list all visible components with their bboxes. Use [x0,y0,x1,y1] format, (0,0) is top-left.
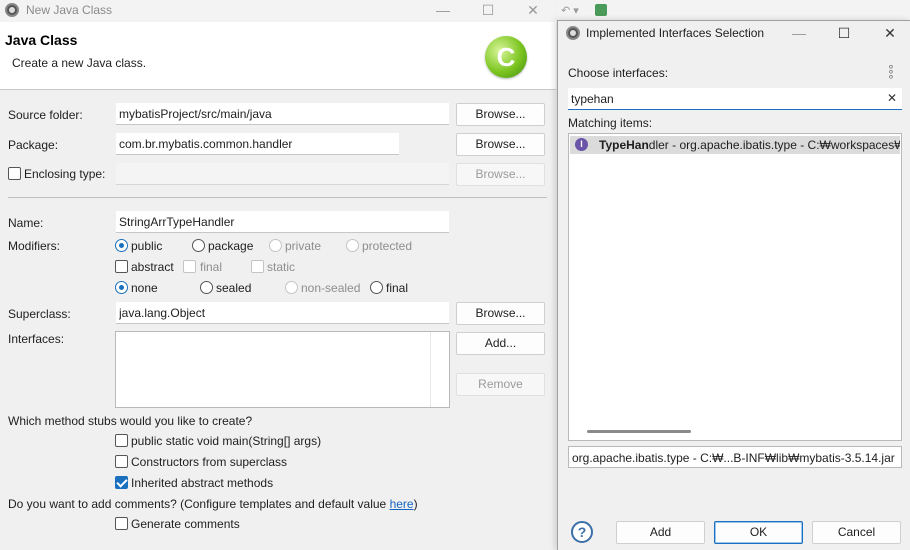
superclass-label: Superclass: [8,307,71,321]
source-folder-browse-button[interactable]: Browse... [456,103,545,126]
separator [8,197,547,198]
comments-question-text: Do you want to add comments? (Configure … [8,497,390,511]
method-stubs-question: Which method stubs would you like to cre… [8,414,253,428]
minimize-icon[interactable]: — [428,1,458,19]
add-button[interactable]: Add [616,521,705,544]
non-sealed-label: non-sealed [301,281,361,295]
source-folder-input[interactable] [116,103,449,125]
source-folder-label: Source folder: [8,108,83,122]
interfaces-list[interactable] [115,331,450,408]
main-method-label: public static void main(String[] args) [131,434,322,448]
package-label: Package: [8,138,59,152]
package-radio[interactable] [192,239,205,252]
static-label: static [267,260,296,274]
generate-comments-checkbox[interactable] [115,517,128,530]
public-radio[interactable] [115,239,128,252]
none-radio[interactable] [115,281,128,294]
package-modifier-label: package [208,239,254,253]
enclosing-type-checkbox[interactable] [8,167,21,180]
final-sealing-label: final [386,281,409,295]
dialog-close-icon[interactable]: ✕ [875,24,905,42]
list-item-match: TypeHan [599,138,649,152]
wizard-banner: Java Class Create a new Java class. C [0,22,556,90]
inherited-methods-checkbox[interactable] [115,476,128,489]
public-label: public [131,239,163,253]
sealed-radio[interactable] [200,281,213,294]
toolbar-icon[interactable] [595,4,607,16]
sealed-label: sealed [216,281,252,295]
help-icon[interactable]: ? [571,521,593,543]
private-radio [269,239,282,252]
none-label: none [131,281,158,295]
window-title: New Java Class [26,3,113,17]
remove-interface-button: Remove [456,373,545,396]
final-sealing-radio[interactable] [370,281,383,294]
ide-toolbar-strip: ↶ ▾ [557,0,910,20]
dialog-title: Implemented Interfaces Selection [586,26,765,40]
dialog-minimize-icon[interactable]: — [784,24,814,42]
selection-status-text: org.apache.ibatis.type - C:₩...B-INF₩lib… [572,451,895,465]
final-checkbox [183,260,196,273]
title-bar: New Java Class — ☐ ✕ [0,0,556,22]
add-interface-button[interactable]: Add... [456,332,545,355]
list-divider [430,332,431,407]
list-item-rest: dler - org.apache.ibatis.type - C:₩works… [648,138,900,152]
enclosing-type-browse-button: Browse... [456,163,545,186]
list-item-text: TypeHandler - org.apache.ibatis.type - C… [599,138,900,152]
name-label: Name: [8,216,44,230]
horizontal-scrollbar[interactable] [587,430,691,433]
final-label: final [200,260,223,274]
cancel-button[interactable]: Cancel [812,521,901,544]
interface-search-input[interactable] [568,88,902,110]
view-menu-icon[interactable]: ∘ ∘ ∘ [887,62,895,83]
ok-button[interactable]: OK [714,521,803,544]
generate-comments-label: Generate comments [131,517,240,531]
constructors-label: Constructors from superclass [131,455,288,469]
choose-interfaces-label: Choose interfaces: [568,66,669,80]
toolbar-dropdown-icon[interactable]: ↶ ▾ [561,4,579,17]
modifiers-label: Modifiers: [8,239,61,253]
close-icon[interactable]: ✕ [518,1,548,19]
superclass-browse-button[interactable]: Browse... [456,302,545,325]
abstract-label: abstract [131,260,174,274]
main-method-checkbox[interactable] [115,434,128,447]
private-label: private [285,239,322,253]
comments-question: Do you want to add comments? (Configure … [8,497,418,511]
list-item[interactable]: I TypeHandler - org.apache.ibatis.type -… [570,136,900,154]
non-sealed-radio [285,281,298,294]
matching-items-list[interactable]: I TypeHandler - org.apache.ibatis.type -… [568,133,902,441]
page-title: Java Class [5,32,78,48]
protected-label: protected [362,239,413,253]
constructors-checkbox[interactable] [115,455,128,468]
comments-question-suffix: ) [413,497,418,511]
new-java-class-window: New Java Class — ☐ ✕ Java Class Create a… [0,0,556,550]
eclipse-icon [566,26,580,40]
implemented-interfaces-dialog: Implemented Interfaces Selection — ☐ ✕ C… [557,20,910,550]
enclosing-type-input [116,163,449,185]
package-input[interactable] [116,133,399,155]
maximize-icon[interactable]: ☐ [473,1,503,19]
protected-radio [346,239,359,252]
static-checkbox [251,260,264,273]
java-class-logo-icon: C [485,36,527,78]
matching-items-label: Matching items: [568,116,653,130]
class-name-input[interactable] [116,211,449,233]
templates-link[interactable]: here [390,497,414,511]
page-subtitle: Create a new Java class. [12,56,147,70]
selection-status-field: org.apache.ibatis.type - C:₩...B-INF₩lib… [568,446,902,468]
interface-icon: I [575,138,588,151]
interfaces-label: Interfaces: [8,332,65,346]
eclipse-icon [5,3,19,17]
dialog-maximize-icon[interactable]: ☐ [829,24,859,42]
abstract-checkbox[interactable] [115,260,128,273]
package-browse-button[interactable]: Browse... [456,133,545,156]
enclosing-type-label: Enclosing type: [24,167,106,181]
clear-search-icon[interactable]: ✕ [887,91,897,105]
superclass-input[interactable] [116,302,449,324]
inherited-methods-label: Inherited abstract methods [131,476,274,490]
